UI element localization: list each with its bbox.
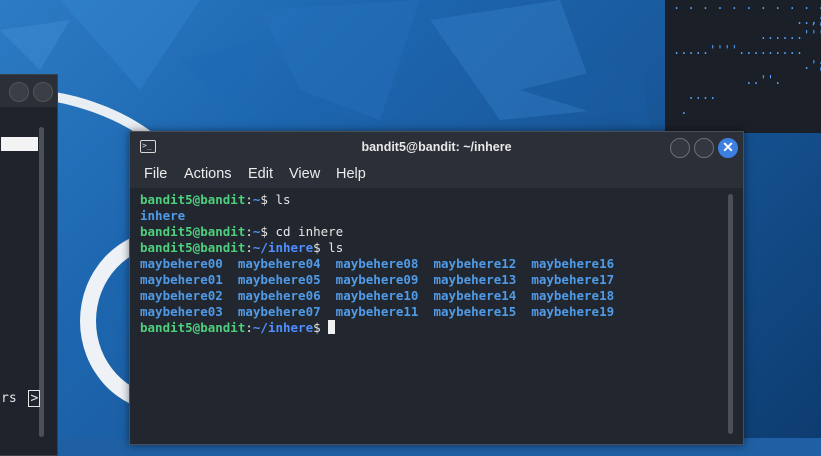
menu-actions[interactable]: Actions xyxy=(184,166,232,182)
menu-file[interactable]: File xyxy=(144,166,167,182)
title-bar[interactable]: >_ bandit5@bandit: ~/inhere ✕ xyxy=(130,132,743,162)
prompt-line: bandit5@bandit:~$ cd inhere xyxy=(140,224,344,239)
listing-row: maybehere03 maybehere07 maybehere11 mayb… xyxy=(140,304,615,319)
ascii-art: . . . . . . . . . . . . . ..,;:cc ......… xyxy=(673,0,821,117)
menu-help[interactable]: Help xyxy=(336,166,366,182)
listing-row: maybehere01 maybehere05 maybehere09 mayb… xyxy=(140,272,615,287)
listing-row: maybehere02 maybehere06 maybehere10 mayb… xyxy=(140,288,615,303)
maximize-button[interactable] xyxy=(694,138,714,158)
partial-text: rs > xyxy=(1,390,41,407)
background-terminal-left[interactable]: rs > xyxy=(0,74,58,456)
scrollbar[interactable] xyxy=(728,194,733,434)
output-line: inhere xyxy=(140,208,186,223)
close-button[interactable]: ✕ xyxy=(718,138,738,158)
listing-row: maybehere00 maybehere04 maybehere08 mayb… xyxy=(140,256,615,271)
maximize-button[interactable] xyxy=(33,82,53,102)
background-terminal-right[interactable]: . . . . . . . . . . . . . ..,;:cc ......… xyxy=(665,0,821,133)
menu-edit[interactable]: Edit xyxy=(248,166,273,182)
prompt-line: bandit5@bandit:~$ ls xyxy=(140,192,291,207)
terminal-output[interactable]: bandit5@bandit:~$ ls inhere bandit5@band… xyxy=(130,188,743,444)
chevron-right-icon[interactable]: > xyxy=(28,390,41,407)
prompt-line: bandit5@bandit:~/inhere$ ls xyxy=(140,240,344,255)
terminal-window[interactable]: >_ bandit5@bandit: ~/inhere ✕ File Actio… xyxy=(129,131,744,445)
active-prompt-line[interactable]: bandit5@bandit:~/inhere$ xyxy=(140,320,336,336)
minimize-button[interactable] xyxy=(9,82,29,102)
text-cursor xyxy=(328,320,336,334)
window-title: bandit5@bandit: ~/inhere xyxy=(361,140,512,154)
selected-field xyxy=(1,137,38,151)
menu-bar: File Actions Edit View Help xyxy=(130,162,743,188)
menu-view[interactable]: View xyxy=(289,166,320,182)
minimize-button[interactable] xyxy=(670,138,690,158)
